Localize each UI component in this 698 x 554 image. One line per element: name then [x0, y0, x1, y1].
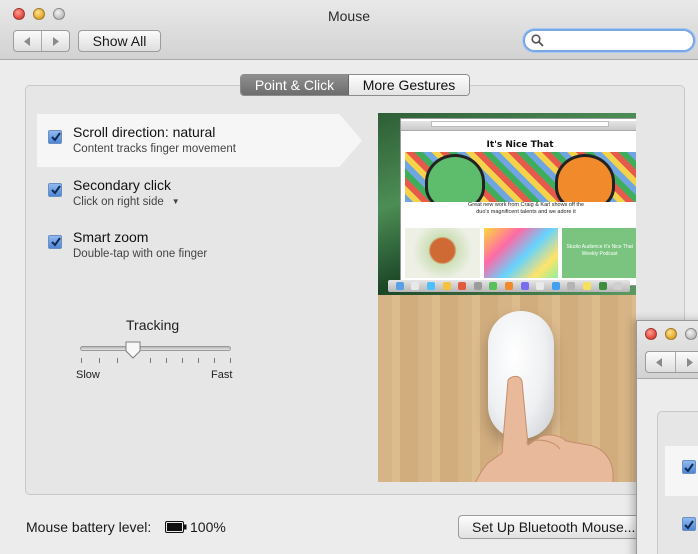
- back-button[interactable]: [646, 352, 675, 372]
- magnifier-icon: [531, 34, 544, 47]
- option-subtitle: Content tracks finger movement: [73, 143, 236, 155]
- preview-tile: Studio Audience It's Nice That Weekly Po…: [562, 228, 636, 278]
- show-all-button[interactable]: Show All: [78, 30, 161, 52]
- tracking-slider-thumb[interactable]: [124, 341, 142, 359]
- close-window-button[interactable]: [645, 328, 657, 340]
- secondary-window[interactable]: [636, 320, 698, 554]
- option-subtitle: Double-tap with one finger: [73, 248, 208, 260]
- back-button[interactable]: [14, 31, 41, 51]
- mouse-preferences-window: Mouse Show All Point & Click More Gestur…: [0, 0, 698, 554]
- secondary-checkbox[interactable]: [682, 460, 696, 474]
- slider-tick: [81, 358, 82, 363]
- secondary-checkbox[interactable]: [682, 517, 696, 531]
- slider-min-label: Slow: [76, 369, 100, 381]
- back-forward-control: [13, 30, 70, 52]
- tracking-label: Tracking: [126, 317, 180, 333]
- forward-button[interactable]: [41, 31, 69, 51]
- battery-level-label: Mouse battery level:: [26, 519, 152, 535]
- triangle-down-icon: ▼: [171, 197, 180, 206]
- checkmark-icon: [51, 132, 61, 142]
- secondary-click-dropdown[interactable]: Click on right side ▼: [73, 196, 180, 208]
- preview-browser-window: It's Nice That Great new work from Craig…: [400, 118, 636, 286]
- checkmark-icon: [684, 520, 694, 530]
- slider-max-label: Fast: [211, 369, 233, 381]
- option-title: Secondary click: [73, 177, 172, 193]
- zoom-window-button[interactable]: [685, 328, 697, 340]
- tab-bar: Point & Click More Gestures: [240, 74, 470, 96]
- slider-tick: [99, 358, 100, 363]
- battery-full-icon: [165, 521, 187, 533]
- preview-caption: Great new work from Craig & Karl shows o…: [467, 202, 585, 215]
- option-subtitle: Click on right side: [73, 196, 164, 208]
- option-title: Smart zoom: [73, 229, 149, 245]
- window-title: Mouse: [327, 8, 371, 24]
- preview-thumbnails: Studio Audience It's Nice That Weekly Po…: [405, 228, 636, 278]
- chevron-left-icon: [656, 357, 663, 367]
- preview-site-title: It's Nice That: [486, 140, 554, 150]
- setup-bluetooth-mouse-button[interactable]: Set Up Bluetooth Mouse...: [458, 515, 646, 539]
- chevron-right-icon: [52, 36, 59, 46]
- search-input[interactable]: [547, 32, 687, 49]
- selected-option-highlight: [37, 114, 362, 167]
- slider-tick: [117, 358, 118, 363]
- slider-tick: [182, 358, 183, 363]
- secondary-window-title-bar: [637, 321, 698, 379]
- search-field: [523, 29, 695, 52]
- slider-tick: [198, 358, 199, 363]
- slider-tick: [230, 358, 231, 363]
- finger-gesture-image: [475, 375, 614, 482]
- slider-tick: [150, 358, 151, 363]
- scroll-direction-checkbox[interactable]: [48, 130, 62, 144]
- tab-point-and-click[interactable]: Point & Click: [241, 75, 349, 95]
- minimize-window-button[interactable]: [665, 328, 677, 340]
- smart-zoom-checkbox[interactable]: [48, 235, 62, 249]
- forward-button[interactable]: [674, 352, 698, 372]
- tracking-slider-track[interactable]: [80, 346, 231, 351]
- title-bar: Mouse Show All: [0, 0, 698, 60]
- option-title: Scroll direction: natural: [73, 124, 216, 140]
- chevron-right-icon: [686, 357, 693, 367]
- checkmark-icon: [51, 237, 61, 247]
- gesture-preview-video: It's Nice That Great new work from Craig…: [378, 113, 636, 482]
- slider-tick: [214, 358, 215, 363]
- preview-hero-art: [405, 152, 636, 202]
- slider-tick: [166, 358, 167, 363]
- preview-dock: [388, 280, 630, 292]
- chevron-left-icon: [23, 36, 30, 46]
- tab-more-gestures[interactable]: More Gestures: [349, 75, 469, 95]
- secondary-click-checkbox[interactable]: [48, 183, 62, 197]
- checkmark-icon: [51, 185, 61, 195]
- checkmark-icon: [684, 463, 694, 473]
- battery-level-value: 100%: [190, 519, 226, 535]
- back-forward-control: [645, 351, 698, 373]
